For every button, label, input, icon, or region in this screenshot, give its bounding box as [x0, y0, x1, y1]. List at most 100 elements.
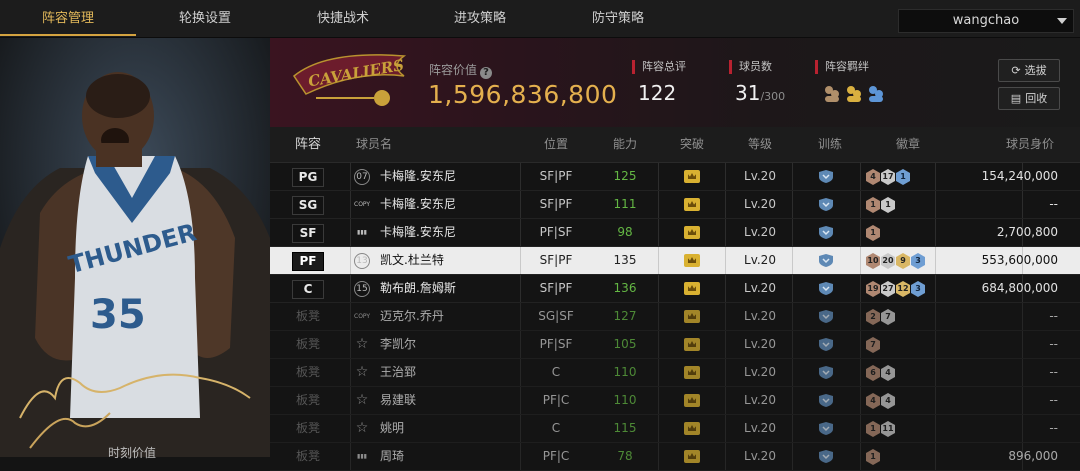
table-row[interactable]: SG COPY 卡梅隆.安东尼 SF|PF 111 Lv.20 1 1 --: [270, 191, 1080, 219]
col-lineup[interactable]: 阵容: [278, 127, 338, 162]
col-badges[interactable]: 徽章: [878, 127, 938, 162]
tab-lineup[interactable]: 阵容管理: [0, 0, 136, 37]
table-row[interactable]: 板凳 ☆ 易建联 PF|C 110 Lv.20 4 4 --: [270, 387, 1080, 415]
badge-bronze-icon[interactable]: 1: [866, 449, 880, 465]
col-position[interactable]: 位置: [526, 127, 586, 162]
recycle-button[interactable]: ▤ 回收: [998, 87, 1060, 110]
lineup-slot-tag[interactable]: PF: [292, 252, 324, 271]
player-name[interactable]: 卡梅隆.安东尼: [380, 163, 456, 190]
table-row[interactable]: PF 13 凯文.杜兰特 SF|PF 135 Lv.20 10 20 9 3 553,600,000: [270, 247, 1080, 275]
training-shield-icon[interactable]: [817, 393, 835, 408]
training-shield-icon[interactable]: [817, 309, 835, 324]
badge-silver-icon[interactable]: 4: [881, 393, 895, 409]
player-count: 31/300: [735, 81, 785, 105]
lineup-slot-tag[interactable]: SG: [292, 196, 324, 215]
training-shield-icon[interactable]: [817, 253, 835, 268]
training-shield-icon[interactable]: [817, 421, 835, 436]
training-shield-icon[interactable]: [817, 365, 835, 380]
training-shield-icon[interactable]: [817, 281, 835, 296]
badge-silver-icon[interactable]: 20: [881, 253, 895, 269]
player-name[interactable]: 卡梅隆.安东尼: [380, 191, 456, 218]
lineup-value-label: 阵容价值?: [429, 61, 493, 79]
badge-bronze-icon[interactable]: 6: [866, 365, 880, 381]
badge-bronze-icon[interactable]: 19: [866, 281, 880, 297]
lineup-slot-tag[interactable]: C: [292, 280, 324, 299]
badge-bronze-icon[interactable]: 7: [866, 337, 880, 353]
table-row[interactable]: C 15 勒布朗.詹姆斯 SF|PF 136 Lv.20 19 27 12 3 684,800,00…: [270, 275, 1080, 303]
player-name[interactable]: 卡梅隆.安东尼: [380, 219, 456, 246]
player-position: PF|C: [542, 393, 570, 407]
table-row[interactable]: 板凳 ☆ 李凯尔 PF|SF 105 Lv.20 7 --: [270, 331, 1080, 359]
col-training[interactable]: 训练: [800, 127, 860, 162]
tab-defense[interactable]: 防守策略: [563, 0, 673, 37]
badge-bronze-icon[interactable]: 4: [866, 169, 880, 185]
col-ability[interactable]: 能力: [595, 127, 655, 162]
lineup-slot-tag[interactable]: PG: [292, 168, 324, 187]
team-logo: CAVALIERS: [286, 46, 410, 116]
breakthrough-crown-icon[interactable]: [684, 170, 700, 183]
badge-gold-icon[interactable]: 12: [896, 281, 910, 297]
breakthrough-crown-icon[interactable]: [684, 394, 700, 407]
training-shield-icon[interactable]: [817, 197, 835, 212]
breakthrough-crown-icon[interactable]: [684, 310, 700, 323]
badge-silver-icon[interactable]: 7: [881, 309, 895, 325]
breakthrough-crown-icon[interactable]: [684, 338, 700, 351]
badge-bronze-icon[interactable]: 1: [866, 225, 880, 241]
breakthrough-crown-icon[interactable]: [684, 254, 700, 267]
badge-blue-icon[interactable]: 3: [911, 253, 925, 269]
badge-bronze-icon[interactable]: 2: [866, 309, 880, 325]
breakthrough-crown-icon[interactable]: [684, 198, 700, 211]
badge-bronze-icon[interactable]: 1: [866, 421, 880, 437]
badge-blue-icon[interactable]: 1: [896, 169, 910, 185]
badge-silver-icon[interactable]: 11: [881, 421, 895, 437]
badge-silver-icon[interactable]: 1: [881, 197, 895, 213]
breakthrough-crown-icon[interactable]: [684, 366, 700, 379]
col-player-value[interactable]: 球员身价: [990, 127, 1070, 162]
column-divider: [658, 191, 659, 218]
col-level[interactable]: 等级: [730, 127, 790, 162]
player-portrait-panel[interactable]: THUNDER 35: [0, 38, 270, 457]
training-shield-icon[interactable]: [817, 337, 835, 352]
help-icon[interactable]: ?: [480, 67, 493, 79]
badge-blue-icon[interactable]: 3: [911, 281, 925, 297]
player-name[interactable]: 迈克尔.乔丹: [380, 303, 444, 330]
bond-icons[interactable]: [823, 83, 891, 109]
table-row[interactable]: 板凳 ▮▮▮ 周琦 PF|C 78 Lv.20 1 896,000: [270, 443, 1080, 471]
table-row[interactable]: 板凳 ☆ 姚明 C 115 Lv.20 1 11 --: [270, 415, 1080, 443]
tab-offense[interactable]: 进攻策略: [425, 0, 535, 37]
badge-silver-icon[interactable]: 17: [881, 169, 895, 185]
badge-bronze-icon[interactable]: 1: [866, 197, 880, 213]
badge-silver-icon[interactable]: 4: [881, 365, 895, 381]
table-row[interactable]: SF ▮▮▮ 卡梅隆.安东尼 PF|SF 98 Lv.20 1 2,700,800: [270, 219, 1080, 247]
col-player-name[interactable]: 球员名: [354, 127, 394, 162]
badge-gold-icon[interactable]: 9: [896, 253, 910, 269]
breakthrough-crown-icon[interactable]: [684, 282, 700, 295]
col-breakthrough[interactable]: 突破: [662, 127, 722, 162]
player-name[interactable]: 李凯尔: [380, 331, 416, 358]
training-shield-icon[interactable]: [817, 169, 835, 184]
user-dropdown[interactable]: wangchao: [898, 9, 1074, 33]
tab-rotation[interactable]: 轮换设置: [150, 0, 260, 37]
breakthrough-crown-icon[interactable]: [684, 422, 700, 435]
player-name[interactable]: 姚明: [380, 415, 404, 442]
table-row[interactable]: PG 07 卡梅隆.安东尼 SF|PF 125 Lv.20 4 17 1 154,240,000: [270, 163, 1080, 191]
badge-bronze-icon[interactable]: 10: [866, 253, 880, 269]
player-ability: 105: [613, 337, 637, 351]
bench-label: 板凳: [296, 337, 321, 351]
pick-button[interactable]: ⟳ 选拔: [998, 59, 1060, 82]
player-name[interactable]: 易建联: [380, 387, 416, 414]
column-divider: [350, 359, 351, 386]
tab-quick-tactics[interactable]: 快捷战术: [288, 0, 398, 37]
lineup-slot-tag[interactable]: SF: [292, 224, 324, 243]
badge-list: 19 27 12 3: [866, 280, 926, 297]
player-name[interactable]: 王治郅: [380, 359, 416, 386]
table-row[interactable]: 板凳 COPY 迈克尔.乔丹 SG|SF 127 Lv.20 2 7 --: [270, 303, 1080, 331]
player-position: PF|SF: [539, 337, 573, 351]
table-row[interactable]: 板凳 ☆ 王治郅 C 110 Lv.20 6 4 --: [270, 359, 1080, 387]
badge-silver-icon[interactable]: 27: [881, 281, 895, 297]
breakthrough-crown-icon[interactable]: [684, 226, 700, 239]
training-shield-icon[interactable]: [817, 225, 835, 240]
player-name[interactable]: 凯文.杜兰特: [380, 247, 444, 274]
player-name[interactable]: 勒布朗.詹姆斯: [380, 275, 456, 302]
badge-bronze-icon[interactable]: 4: [866, 393, 880, 409]
